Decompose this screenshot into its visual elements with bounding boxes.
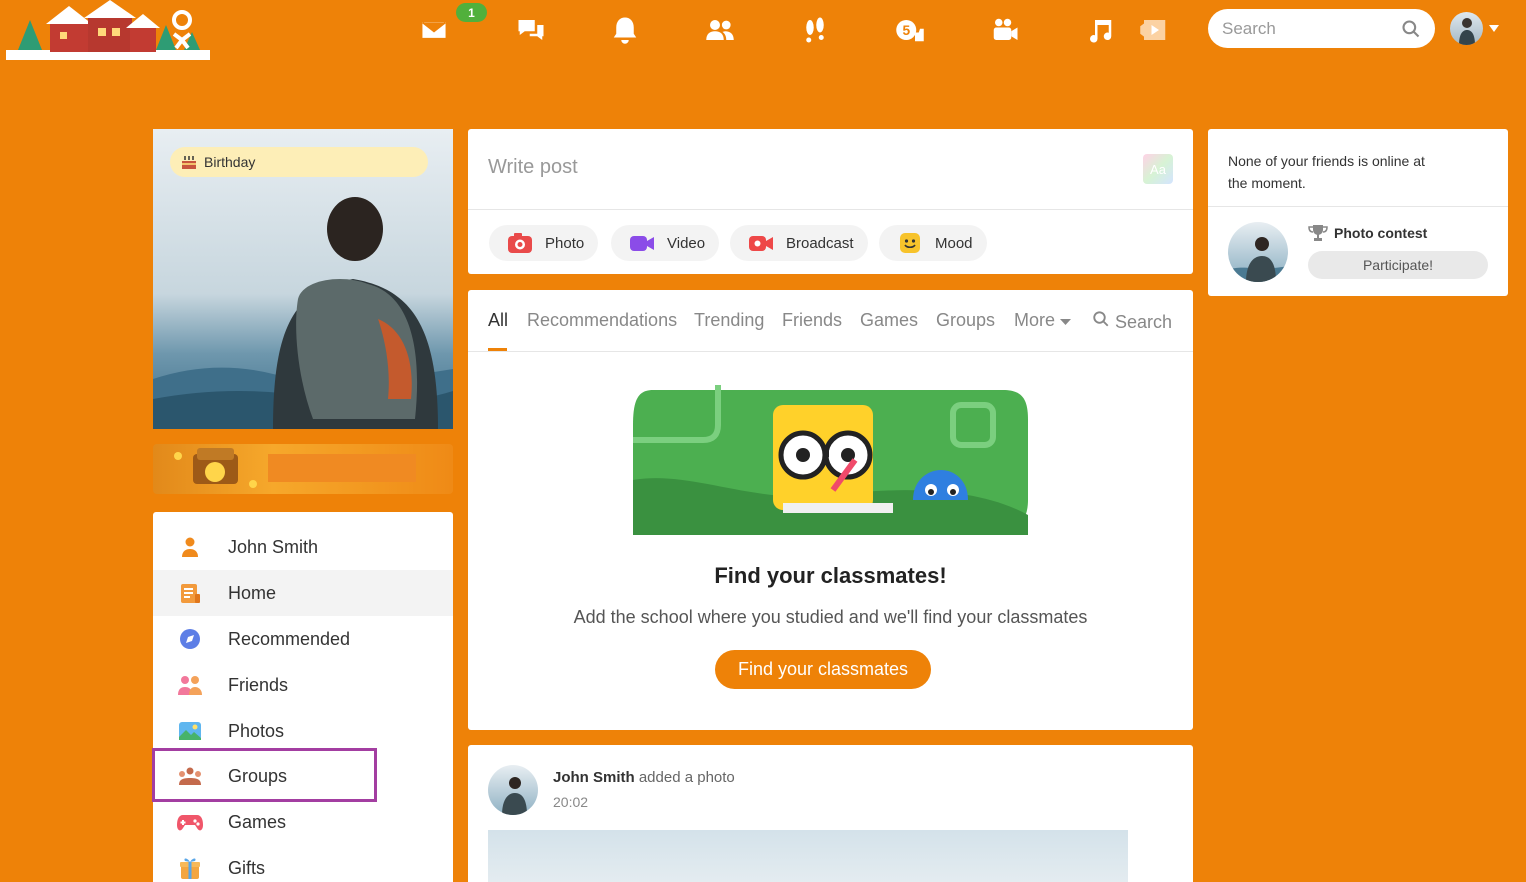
camera-icon bbox=[508, 233, 532, 253]
profile-photo[interactable]: Birthday bbox=[153, 129, 453, 429]
notifications-bell-icon[interactable] bbox=[607, 12, 643, 48]
search-icon bbox=[1093, 311, 1109, 327]
video-icon bbox=[630, 236, 654, 251]
text-style-icon[interactable]: Aa bbox=[1143, 154, 1173, 184]
search-box[interactable] bbox=[1208, 9, 1435, 48]
tab-games[interactable]: Games bbox=[860, 310, 918, 331]
mood-button-label: Mood bbox=[935, 234, 973, 252]
classmates-title: Find your classmates! bbox=[714, 563, 947, 588]
photo-contest-label: Photo contest bbox=[1334, 225, 1428, 241]
sidebar-item-groups[interactable]: Groups bbox=[153, 753, 453, 799]
sidebar-item-label: Games bbox=[228, 811, 287, 832]
promo-banner[interactable] bbox=[153, 444, 453, 494]
divider bbox=[1208, 206, 1508, 207]
avatar[interactable] bbox=[488, 765, 538, 815]
broadcast-icon bbox=[749, 236, 773, 251]
broadcast-button[interactable]: Broadcast bbox=[730, 225, 868, 261]
broadcast-button-label: Broadcast bbox=[786, 234, 854, 252]
sidebar-item-label: Groups bbox=[228, 765, 288, 786]
friends-icon[interactable] bbox=[702, 12, 738, 48]
tab-all[interactable]: All bbox=[488, 310, 508, 331]
top-bar: 1 5 bbox=[0, 0, 1526, 60]
sidebar-item-label: Recommended bbox=[228, 628, 351, 649]
post-action: added a photo bbox=[638, 769, 735, 786]
message-count-badge: 1 bbox=[456, 3, 487, 22]
birthday-cake-icon bbox=[182, 156, 196, 169]
sidebar-item-home[interactable]: Home bbox=[153, 570, 453, 616]
feed-search-label: Search bbox=[1115, 312, 1173, 332]
photo-button-label: Photo bbox=[545, 234, 585, 252]
caret-down-icon bbox=[1060, 319, 1072, 325]
feed-post: John Smith added a photo 20:02 bbox=[468, 745, 1193, 882]
feed-search-button[interactable]: Search bbox=[1092, 310, 1172, 333]
sidebar-item-label: John Smith bbox=[228, 536, 319, 557]
messages-icon[interactable] bbox=[416, 12, 452, 48]
friends-icon bbox=[177, 672, 203, 698]
video-button[interactable]: Video bbox=[611, 225, 720, 261]
sidebar-item-gifts[interactable]: Gifts bbox=[153, 845, 453, 882]
sidebar-item-profile[interactable]: John Smith bbox=[153, 524, 453, 570]
divider bbox=[468, 209, 1193, 210]
tab-trending[interactable]: Trending bbox=[694, 310, 764, 331]
sidebar-item-friends[interactable]: Friends bbox=[153, 662, 453, 708]
search-icon[interactable] bbox=[1401, 19, 1421, 39]
logo[interactable] bbox=[6, 0, 210, 60]
photo-button[interactable]: Photo bbox=[489, 225, 599, 261]
tab-more[interactable]: More bbox=[1014, 310, 1072, 331]
user-icon bbox=[177, 534, 203, 560]
home-feed-icon bbox=[177, 580, 203, 606]
sidebar-nav: John Smith Home Recommended Friends Phot… bbox=[153, 512, 453, 882]
active-tab-indicator bbox=[488, 348, 507, 351]
write-post-input[interactable]: Write post bbox=[488, 156, 578, 179]
discussions-icon[interactable] bbox=[513, 12, 549, 48]
chevron-down-icon bbox=[1489, 24, 1499, 32]
classmates-subtitle: Add the school where you studied and we'… bbox=[573, 607, 1088, 627]
tab-groups[interactable]: Groups bbox=[936, 310, 995, 331]
groups-icon bbox=[177, 763, 203, 789]
post-composer: Write post Aa Photo Video Broadcast Mood bbox=[468, 129, 1193, 274]
birthday-label: Birthday bbox=[204, 154, 256, 170]
play-video-icon[interactable] bbox=[1136, 12, 1172, 48]
compass-icon bbox=[177, 626, 203, 652]
post-author[interactable]: John Smith bbox=[553, 769, 635, 786]
sidebar-item-recommended[interactable]: Recommended bbox=[153, 616, 453, 662]
guests-footprints-icon[interactable] bbox=[797, 12, 833, 48]
user-menu[interactable] bbox=[1450, 12, 1499, 45]
video-button-label: Video bbox=[667, 234, 706, 252]
post-header: John Smith added a photo bbox=[553, 769, 735, 786]
tab-recommendations[interactable]: Recommendations bbox=[527, 310, 677, 331]
music-icon[interactable] bbox=[1082, 12, 1118, 48]
sidebar-item-label: Gifts bbox=[228, 857, 266, 878]
post-time: 20:02 bbox=[553, 794, 589, 810]
svg-text:5: 5 bbox=[903, 23, 911, 38]
tab-friends[interactable]: Friends bbox=[782, 310, 842, 331]
participate-button[interactable]: Participate! bbox=[1308, 251, 1488, 279]
sidebar-item-label: Photos bbox=[228, 720, 285, 741]
classmates-illustration bbox=[633, 385, 1028, 535]
sidebar-item-label: Friends bbox=[228, 674, 289, 695]
marks-five-like-icon[interactable]: 5 bbox=[892, 12, 928, 48]
contest-avatar[interactable] bbox=[1228, 222, 1288, 282]
search-input[interactable] bbox=[1222, 18, 1401, 39]
feed-card: All Recommendations Trending Friends Gam… bbox=[468, 290, 1193, 730]
trophy-icon bbox=[1308, 225, 1328, 241]
feed-tabs: All Recommendations Trending Friends Gam… bbox=[468, 290, 1193, 352]
photo-contest-title[interactable]: Photo contest bbox=[1308, 224, 1427, 242]
gamepad-icon bbox=[177, 809, 203, 835]
sidebar-item-label: Home bbox=[228, 582, 277, 603]
friends-online-status: None of your friends is online at the mo… bbox=[1228, 153, 1425, 191]
video-camera-icon[interactable] bbox=[987, 12, 1023, 48]
tab-more-label: More bbox=[1014, 310, 1056, 330]
find-classmates-button[interactable]: Find your classmates bbox=[715, 650, 931, 689]
mood-button[interactable]: Mood bbox=[879, 225, 987, 261]
gift-icon bbox=[177, 855, 203, 881]
avatar bbox=[1450, 12, 1483, 45]
sidebar-item-games[interactable]: Games bbox=[153, 799, 453, 845]
sidebar-item-photos[interactable]: Photos bbox=[153, 708, 453, 754]
right-panel: None of your friends is online at the mo… bbox=[1208, 129, 1508, 296]
birthday-badge[interactable]: Birthday bbox=[170, 147, 428, 177]
post-photo[interactable] bbox=[488, 830, 1128, 882]
smiley-icon bbox=[900, 233, 920, 253]
photos-icon bbox=[177, 718, 203, 744]
